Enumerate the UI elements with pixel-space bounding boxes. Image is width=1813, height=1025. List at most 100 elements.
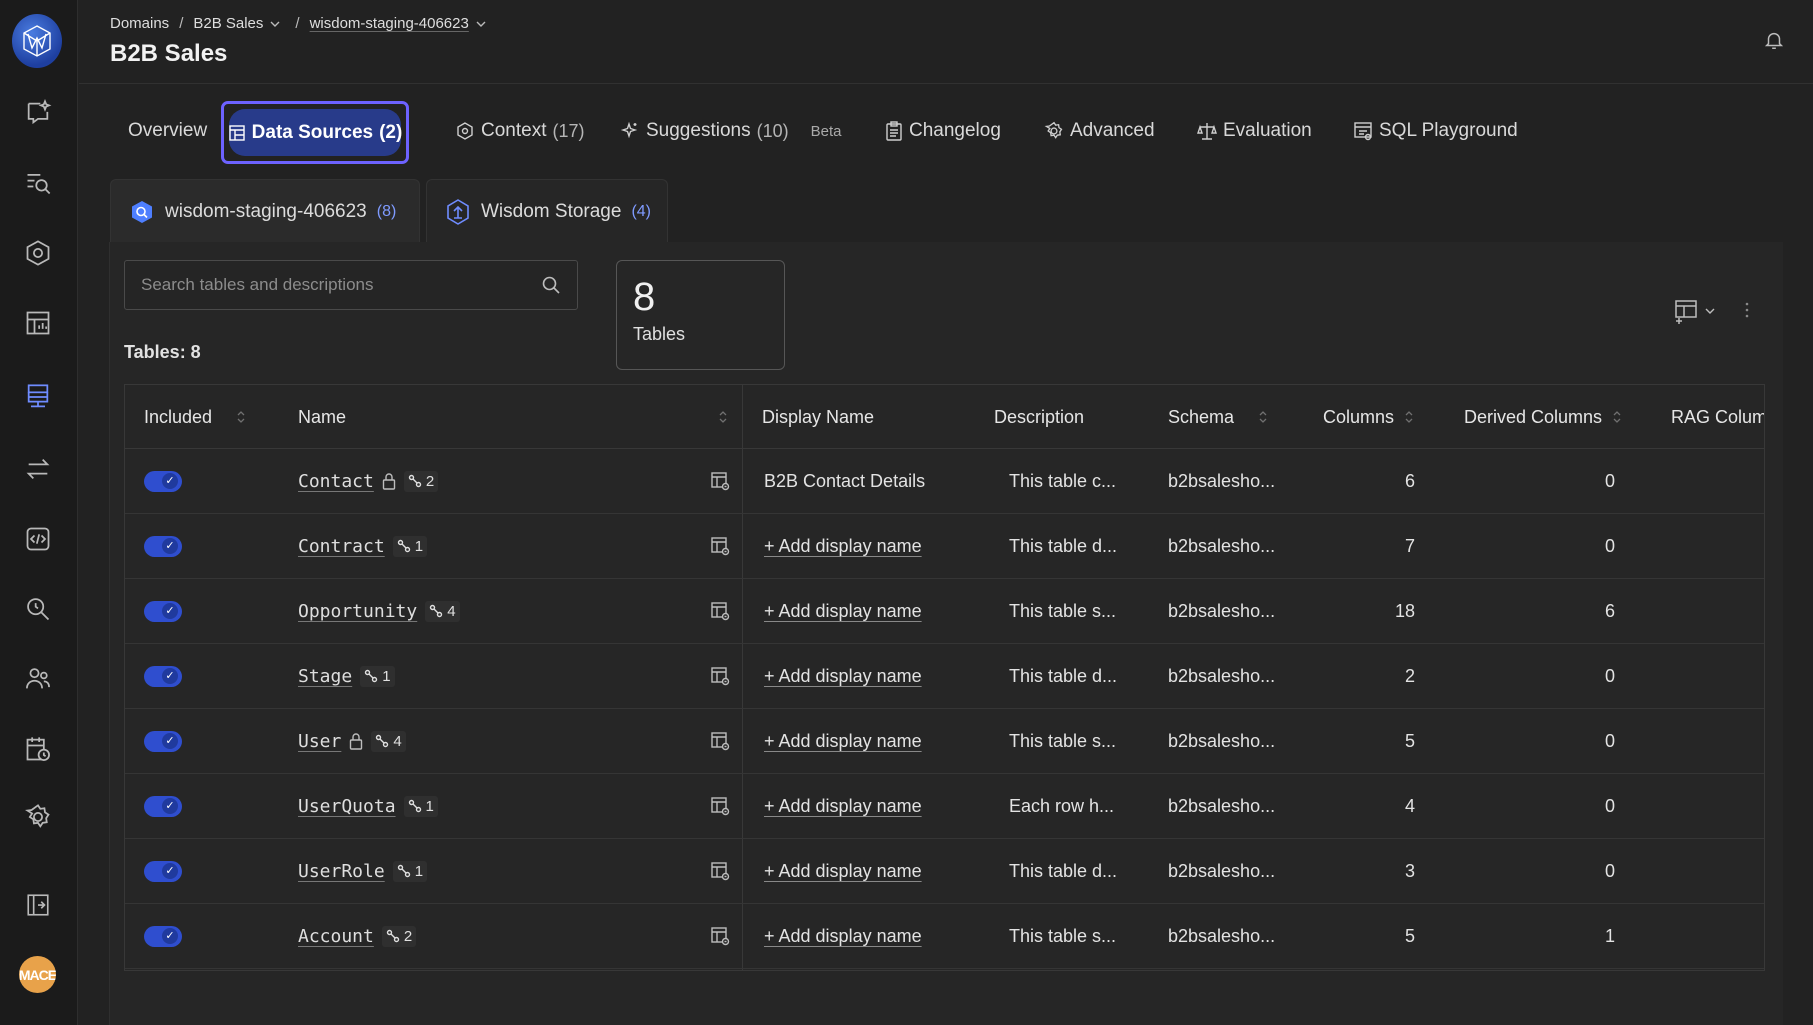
users-icon[interactable] xyxy=(21,662,55,696)
description-value[interactable]: This table c... xyxy=(1009,471,1116,492)
included-toggle[interactable] xyxy=(144,795,182,817)
table-name-link[interactable]: Opportunity xyxy=(298,601,417,622)
sort-icon[interactable] xyxy=(1404,409,1414,425)
description-value[interactable]: This table s... xyxy=(1009,926,1116,947)
column-header-columns[interactable]: Columns xyxy=(1323,385,1414,449)
chevron-down-icon[interactable] xyxy=(269,18,281,30)
table-details-icon[interactable] xyxy=(710,904,730,968)
table-row[interactable]: UserQuota 1 + Add display name Each row h..… xyxy=(125,774,1764,839)
tab-evaluation[interactable]: Evaluation xyxy=(1197,100,1312,162)
tab-data-sources[interactable]: Data Sources (2) xyxy=(221,101,409,164)
table-name-link[interactable]: UserRole xyxy=(298,861,385,882)
code-window-icon[interactable] xyxy=(21,522,55,556)
table-name-link[interactable]: Account xyxy=(298,926,374,947)
hexagon-gear-icon[interactable] xyxy=(21,236,55,270)
display-name-value[interactable]: + Add display name xyxy=(764,666,922,687)
table-row[interactable]: User 4 + Add display name This table s... b2… xyxy=(125,709,1764,774)
search-list-icon[interactable] xyxy=(21,166,55,200)
app-logo-icon[interactable] xyxy=(12,14,62,68)
table-row[interactable]: Account 2 + Add display name This table s..… xyxy=(125,904,1764,969)
included-toggle[interactable] xyxy=(144,665,182,687)
user-avatar[interactable]: MACE xyxy=(19,956,56,993)
display-name-value[interactable]: + Add display name xyxy=(764,926,922,947)
column-header-name[interactable]: Name xyxy=(298,385,728,449)
search-icon[interactable] xyxy=(541,275,561,295)
scroll-right-icon[interactable]: ▶ xyxy=(1753,970,1761,971)
description-value[interactable]: This table d... xyxy=(1009,666,1117,687)
settings-gear-icon[interactable] xyxy=(21,800,55,834)
table-details-icon[interactable] xyxy=(710,644,730,708)
search-input[interactable] xyxy=(141,275,541,295)
tab-context[interactable]: Context (17) xyxy=(455,100,585,162)
column-header-display-name[interactable]: Display Name xyxy=(762,385,874,449)
swap-arrows-icon[interactable] xyxy=(21,452,55,486)
table-name-link[interactable]: Stage xyxy=(298,666,352,687)
description-value[interactable]: This table d... xyxy=(1009,861,1117,882)
table-row[interactable]: Contract 1 + Add display name This table d.… xyxy=(125,514,1764,579)
table-row[interactable]: Contact 2 B2B Contact Details This table c.… xyxy=(125,449,1764,514)
chevron-down-icon[interactable] xyxy=(475,18,487,30)
table-details-icon[interactable] xyxy=(710,449,730,513)
description-value[interactable]: This table d... xyxy=(1009,536,1117,557)
display-name-value[interactable]: + Add display name xyxy=(764,731,922,752)
subtab-wisdom-staging[interactable]: wisdom-staging-406623 (8) xyxy=(110,179,420,243)
column-layout-button[interactable] xyxy=(1672,297,1716,325)
column-header-schema[interactable]: Schema xyxy=(1168,385,1268,449)
sort-icon[interactable] xyxy=(1612,409,1622,425)
description-value[interactable]: Each row h... xyxy=(1009,796,1114,817)
included-toggle[interactable] xyxy=(144,925,182,947)
tables-panel: Tables: 8 8 Tables Included Name Display… xyxy=(109,242,1783,1025)
table-details-icon[interactable] xyxy=(710,839,730,903)
included-toggle[interactable] xyxy=(144,470,182,492)
table-name-link[interactable]: Contract xyxy=(298,536,385,557)
table-name-link[interactable]: UserQuota xyxy=(298,796,396,817)
subtab-wisdom-storage[interactable]: Wisdom Storage (4) xyxy=(426,179,668,243)
table-details-icon[interactable] xyxy=(710,514,730,578)
tab-suggestions[interactable]: Suggestions (10) Beta xyxy=(620,100,841,162)
included-toggle[interactable] xyxy=(144,600,182,622)
display-name-value[interactable]: + Add display name xyxy=(764,601,922,622)
table-details-icon[interactable] xyxy=(710,709,730,773)
breadcrumb-datasource[interactable]: wisdom-staging-406623 xyxy=(310,15,469,32)
table-details-icon[interactable] xyxy=(710,579,730,643)
display-name-value[interactable]: + Add display name xyxy=(764,861,922,882)
table-row[interactable]: Opportunity 4 + Add display name This table… xyxy=(125,579,1764,644)
tab-overview[interactable]: Overview xyxy=(128,100,207,162)
column-header-rag-columns[interactable]: RAG Colum xyxy=(1671,385,1764,449)
table-row[interactable]: Stage 1 + Add display name This table d... b… xyxy=(125,644,1764,709)
tab-sql-playground[interactable]: SQL Playground xyxy=(1353,100,1518,162)
column-header-derived-columns[interactable]: Derived Columns xyxy=(1464,385,1622,449)
horizontal-scrollbar[interactable]: ◀ ▶ xyxy=(125,970,1764,971)
table-details-icon[interactable] xyxy=(710,774,730,838)
table-name-link[interactable]: User xyxy=(298,731,341,752)
breadcrumb-domains[interactable]: Domains xyxy=(110,15,169,32)
description-value[interactable]: This table s... xyxy=(1009,601,1116,622)
sort-icon[interactable] xyxy=(718,409,728,425)
included-toggle[interactable] xyxy=(144,860,182,882)
more-options-icon[interactable] xyxy=(1744,302,1750,318)
included-toggle[interactable] xyxy=(144,535,182,557)
schedule-icon[interactable] xyxy=(21,732,55,766)
column-header-description[interactable]: Description xyxy=(994,385,1084,449)
table-row[interactable]: UserRole 1 + Add display name This table d.… xyxy=(125,839,1764,904)
table-name-link[interactable]: Contact xyxy=(298,471,374,492)
display-name-value[interactable]: + Add display name xyxy=(764,796,922,817)
included-toggle[interactable] xyxy=(144,730,182,752)
collapse-sidebar-icon[interactable] xyxy=(21,888,55,922)
dashboard-chart-icon[interactable] xyxy=(21,306,55,340)
column-header-included[interactable]: Included xyxy=(144,385,246,449)
display-name-value[interactable]: B2B Contact Details xyxy=(764,471,925,492)
description-value[interactable]: This table s... xyxy=(1009,731,1116,752)
search-query-icon[interactable] xyxy=(21,592,55,626)
tab-advanced[interactable]: Advanced xyxy=(1044,100,1155,162)
scroll-left-icon[interactable]: ◀ xyxy=(128,970,136,971)
sort-icon[interactable] xyxy=(1258,409,1268,425)
sort-icon[interactable] xyxy=(236,409,246,425)
included-cell xyxy=(144,449,182,513)
display-name-value[interactable]: + Add display name xyxy=(764,536,922,557)
tab-changelog[interactable]: Changelog xyxy=(885,100,1001,162)
bell-icon[interactable] xyxy=(1763,28,1785,52)
breadcrumb-b2b-sales[interactable]: B2B Sales xyxy=(193,15,263,32)
chat-sparkle-icon[interactable] xyxy=(21,96,55,130)
data-sources-icon[interactable] xyxy=(21,380,55,414)
